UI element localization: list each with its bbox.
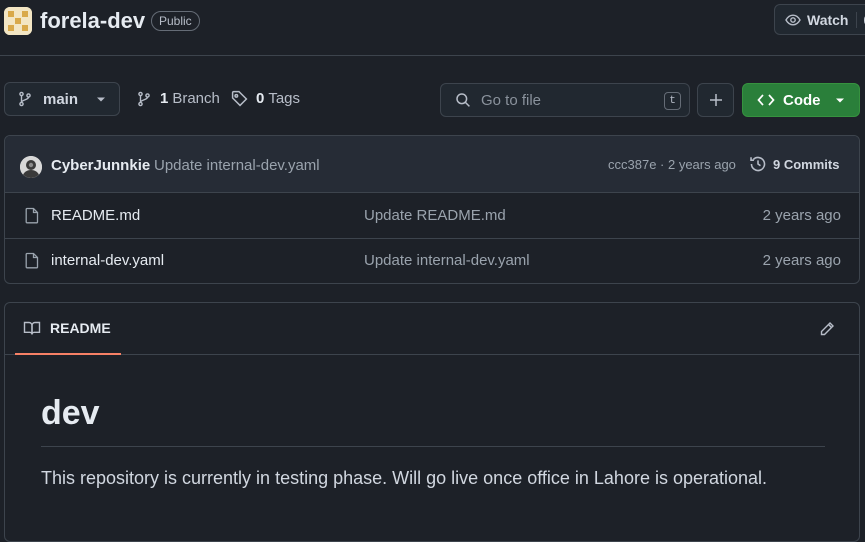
watch-count: 0	[856, 11, 865, 28]
file-row[interactable]: internal-dev.yaml Update internal-dev.ya…	[5, 239, 859, 283]
eye-icon	[785, 12, 801, 28]
repo-avatar-icon[interactable]	[4, 7, 32, 35]
file-row[interactable]: README.md Update README.md 2 years ago	[5, 194, 859, 239]
chevron-down-icon	[835, 95, 845, 105]
readme-header: README	[5, 303, 859, 355]
watch-button[interactable]: Watch 0	[774, 4, 865, 35]
branch-select-button[interactable]: main	[4, 82, 120, 116]
branches-count: 1	[160, 90, 169, 107]
latest-commit-bar: CyberJunnkie Update internal-dev.yaml cc…	[5, 136, 859, 193]
watch-label: Watch	[807, 11, 849, 28]
tab-readme[interactable]: README	[15, 303, 121, 355]
tags-link[interactable]: 0 Tags	[231, 90, 300, 107]
commit-hash-and-age[interactable]: ccc387e · 2 years ago	[608, 157, 736, 172]
git-branch-icon	[17, 91, 33, 107]
file-table: CyberJunnkie Update internal-dev.yaml cc…	[4, 135, 860, 284]
file-commit-age: 2 years ago	[762, 252, 841, 269]
book-icon	[23, 320, 41, 336]
file-name-link[interactable]: internal-dev.yaml	[51, 252, 164, 269]
branch-name: main	[43, 90, 79, 108]
repo-name-link[interactable]: forela-dev	[40, 7, 145, 35]
keyboard-shortcut-hint: t	[664, 92, 681, 110]
readme-panel: README dev This repository is currently …	[4, 302, 860, 542]
search-icon	[455, 92, 471, 108]
visibility-badge: Public	[151, 11, 200, 31]
history-icon	[749, 155, 767, 173]
repo-header: forela-dev Public Watch 0	[0, 0, 865, 56]
file-commit-message-link[interactable]: Update internal-dev.yaml	[364, 252, 530, 269]
tags-count: 0	[256, 90, 265, 107]
branches-link[interactable]: 1 Branch	[136, 90, 220, 107]
tab-readme-label: README	[50, 320, 111, 336]
chevron-down-icon	[96, 94, 106, 104]
pencil-icon	[819, 321, 835, 337]
readme-paragraph: This repository is currently in testing …	[41, 468, 768, 488]
file-icon	[24, 252, 40, 269]
commits-history-link[interactable]: 9 Commits	[749, 155, 839, 173]
file-name-link[interactable]: README.md	[51, 207, 140, 224]
tag-icon	[231, 90, 248, 107]
file-commit-age: 2 years ago	[762, 207, 841, 224]
edit-readme-button[interactable]	[811, 314, 843, 344]
commit-author-link[interactable]: CyberJunnkie	[51, 157, 150, 174]
code-icon	[757, 92, 775, 108]
readme-heading: dev	[41, 395, 825, 447]
file-icon	[24, 207, 40, 224]
code-button[interactable]: Code	[742, 83, 860, 117]
branches-label: Branch	[172, 90, 220, 107]
avatar[interactable]	[20, 156, 42, 178]
commits-count-label: 9 Commits	[773, 156, 840, 172]
tags-label: Tags	[268, 90, 301, 107]
code-label: Code	[783, 91, 821, 109]
git-branch-icon	[136, 91, 152, 107]
file-commit-message-link[interactable]: Update README.md	[364, 207, 506, 224]
add-file-button[interactable]	[697, 83, 734, 117]
go-to-file-placeholder: Go to file	[481, 91, 542, 109]
go-to-file-input[interactable]: Go to file t	[440, 83, 690, 117]
plus-icon	[708, 92, 724, 108]
commit-message-link[interactable]: Update internal-dev.yaml	[154, 157, 320, 174]
